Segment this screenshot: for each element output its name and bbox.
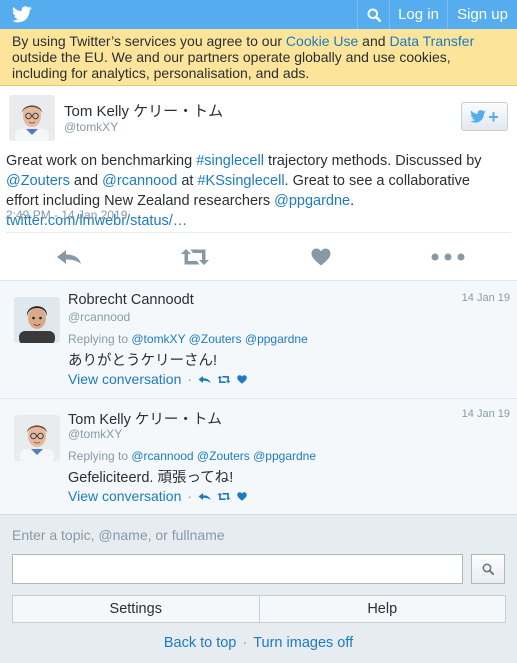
search-label: Enter a topic, @name, or fullname xyxy=(12,527,225,543)
list-item[interactable]: Robrecht Cannoodt @rcannood 14 Jan 19 Re… xyxy=(0,280,517,398)
retweet-icon[interactable] xyxy=(217,375,231,384)
tweet-text-part: and xyxy=(69,173,103,189)
replying-label: Replying to xyxy=(68,332,132,346)
separator: · xyxy=(187,488,193,504)
mention-link[interactable]: @ppgardne xyxy=(274,193,350,209)
search-input[interactable] xyxy=(12,554,463,584)
separator: · xyxy=(242,635,248,651)
follow-button[interactable]: + xyxy=(461,102,508,131)
retweet-button[interactable] xyxy=(180,247,210,267)
cookie-notice: By using Twitter’s services you agree to… xyxy=(0,29,517,86)
plus-icon: + xyxy=(488,106,499,127)
reply-author-name[interactable]: Robrecht Cannoodt xyxy=(68,292,194,308)
twitter-bird-icon xyxy=(470,110,486,123)
heart-icon[interactable] xyxy=(237,491,247,501)
tweet-text-part: trajectory methods. Discussed by xyxy=(263,153,482,169)
separator: · xyxy=(187,371,193,387)
cookie-use-link[interactable]: Cookie Use xyxy=(286,33,358,49)
more-icon xyxy=(431,253,465,261)
search-button[interactable] xyxy=(357,0,389,29)
tweet-author-name[interactable]: Tom Kelly ケリー・トム xyxy=(64,100,223,121)
tweet-actions xyxy=(0,233,517,280)
tweet-text-part: at xyxy=(177,173,198,189)
cookie-text: outside the EU. We and our partners oper… xyxy=(12,49,451,81)
retweet-icon[interactable] xyxy=(217,492,231,501)
avatar[interactable] xyxy=(14,297,60,343)
reply-author-handle[interactable]: @tomkXY xyxy=(68,427,122,441)
search-button[interactable] xyxy=(471,554,505,584)
list-item[interactable]: Tom Kelly ケリー・トム @tomkXY 14 Jan 19 Reply… xyxy=(0,398,517,514)
settings-button[interactable]: Settings xyxy=(13,596,259,622)
replying-label: Replying to xyxy=(68,449,132,463)
settings-help-row: Settings Help xyxy=(12,595,506,623)
reply-icon[interactable] xyxy=(198,492,211,501)
tweet-text-part: . xyxy=(350,193,355,209)
cookie-text: and xyxy=(358,33,390,49)
search-icon xyxy=(367,8,381,22)
help-button[interactable]: Help xyxy=(258,596,506,622)
mention-link[interactable]: @tomkXY @Zouters @ppgardne xyxy=(131,332,307,346)
reply-actions: View conversation · xyxy=(68,371,247,387)
tweet-timestamp[interactable]: 2:49 PM - 14 Jan 2019 xyxy=(6,208,127,222)
retweet-icon xyxy=(181,249,209,265)
replying-to: Replying to @rcannood @Zouters @ppgardne xyxy=(68,449,316,463)
top-bar: Log in Sign up xyxy=(0,0,517,29)
hashtag-link[interactable]: #singlecell xyxy=(196,153,264,169)
reply-author-handle[interactable]: @rcannood xyxy=(68,310,130,324)
search-section: Enter a topic, @name, or fullname Settin… xyxy=(0,514,517,663)
reply-text: Gefeliciteerd. 頑張ってね! xyxy=(68,470,234,486)
data-transfer-link[interactable]: Data Transfer xyxy=(389,33,474,49)
cookie-text: By using Twitter’s services you agree to… xyxy=(12,33,286,49)
more-button[interactable] xyxy=(431,247,465,267)
heart-icon[interactable] xyxy=(237,374,247,384)
reply-button[interactable] xyxy=(55,247,83,267)
back-to-top-link[interactable]: Back to top xyxy=(164,635,237,651)
login-button[interactable]: Log in xyxy=(389,0,447,29)
avatar[interactable] xyxy=(14,415,60,461)
mention-link[interactable]: @rcannood @Zouters @ppgardne xyxy=(131,449,316,463)
tweet-author-handle[interactable]: @tomkXY xyxy=(64,120,118,134)
turn-images-off-link[interactable]: Turn images off xyxy=(253,635,353,651)
search-icon xyxy=(482,563,494,575)
reply-author-name[interactable]: Tom Kelly ケリー・トム xyxy=(68,408,222,429)
view-conversation-link[interactable]: View conversation xyxy=(68,488,181,504)
mention-link[interactable]: @rcannood xyxy=(102,173,177,189)
reply-text: ありがとうケリーさん! xyxy=(68,353,218,369)
signup-button[interactable]: Sign up xyxy=(447,0,517,29)
replying-to: Replying to @tomkXY @Zouters @ppgardne xyxy=(68,332,308,346)
hashtag-link[interactable]: #KSsinglecell xyxy=(197,173,284,189)
view-conversation-link[interactable]: View conversation xyxy=(68,371,181,387)
mention-link[interactable]: @Zouters xyxy=(6,173,70,189)
tweet-text-part: Great work on benchmarking xyxy=(6,153,197,169)
twitter-bird-icon[interactable] xyxy=(12,6,32,23)
reply-actions: View conversation · xyxy=(68,488,247,504)
avatar[interactable] xyxy=(9,95,55,141)
reply-icon[interactable] xyxy=(198,375,211,384)
footer-links: Back to top · Turn images off xyxy=(0,635,517,651)
reply-date[interactable]: 14 Jan 19 xyxy=(462,292,510,304)
like-button[interactable] xyxy=(310,247,332,267)
heart-icon xyxy=(311,248,331,266)
reply-icon xyxy=(57,250,81,264)
reply-date[interactable]: 14 Jan 19 xyxy=(462,408,510,420)
